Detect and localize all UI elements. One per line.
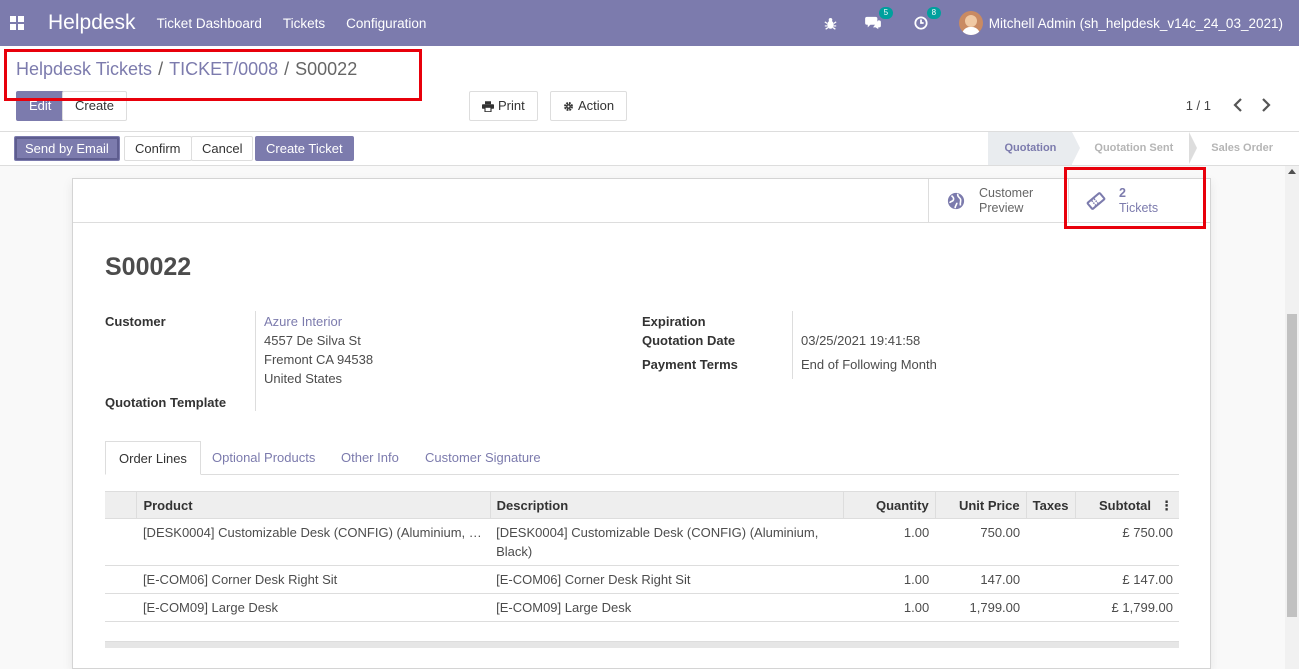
- subtotal-header-label: Subtotal: [1099, 497, 1151, 513]
- field-divider: [792, 311, 793, 379]
- highlight-tickets-box: [1064, 167, 1206, 229]
- table-footer: [105, 641, 1179, 648]
- cell-description[interactable]: [E-COM06] Corner Desk Right Sit: [490, 565, 844, 594]
- messages-icon[interactable]: 5: [863, 7, 893, 33]
- action-button[interactable]: Action: [550, 91, 628, 121]
- quotation-date-label: Quotation Date: [642, 333, 736, 348]
- tab-customer-signature[interactable]: Customer Signature: [412, 441, 554, 475]
- cancel-button[interactable]: Cancel: [191, 136, 254, 161]
- cell-subtotal: £ 147.00: [1075, 565, 1179, 594]
- tab-optional-products[interactable]: Optional Products: [199, 441, 328, 475]
- vertical-scrollbar[interactable]: [1285, 166, 1299, 669]
- cell-subtotal: £ 1,799.00: [1075, 593, 1179, 622]
- customer-city: Fremont CA 94538: [264, 352, 374, 367]
- gear-icon: [564, 101, 573, 111]
- cell-taxes[interactable]: [1026, 565, 1076, 594]
- smart-button-box: Customer Preview 2 Tickets: [73, 179, 1210, 223]
- create-ticket-button[interactable]: Create Ticket: [255, 136, 354, 161]
- table-header-row: Product Description Quantity Unit Price …: [105, 491, 1179, 519]
- customer-street: 4557 De Silva St: [264, 333, 361, 348]
- status-bar: Send by Email Confirm Cancel Create Tick…: [0, 132, 1299, 166]
- cell-product[interactable]: [E-COM09] Large Desk: [136, 593, 491, 622]
- stage-quotation[interactable]: Quotation: [988, 132, 1081, 165]
- pager-previous-icon[interactable]: [1233, 98, 1247, 112]
- field-divider: [255, 311, 256, 411]
- send-by-email-button[interactable]: Send by Email: [14, 136, 120, 161]
- payment-terms-value[interactable]: End of Following Month: [801, 357, 937, 372]
- row-handle: [105, 593, 137, 622]
- column-header-product[interactable]: Product: [136, 491, 491, 519]
- handle-column-header: [105, 491, 137, 519]
- stage-sales-order[interactable]: Sales Order: [1189, 132, 1289, 165]
- stage-quotation-sent[interactable]: Quotation Sent: [1072, 132, 1198, 165]
- form-sheet: Customer Preview 2 Tickets S00022 Custom…: [72, 178, 1211, 669]
- print-button[interactable]: Print: [469, 91, 538, 121]
- order-lines-table: Product Description Quantity Unit Price …: [105, 491, 1179, 622]
- user-menu[interactable]: Mitchell Admin (sh_helpdesk_v14c_24_03_2…: [989, 16, 1283, 31]
- cell-unit-price[interactable]: 147.00: [935, 565, 1027, 594]
- messages-count-badge: 5: [878, 7, 893, 19]
- activities-clock-icon[interactable]: 8: [911, 7, 941, 33]
- cell-subtotal: £ 750.00: [1075, 518, 1179, 566]
- scroll-thumb[interactable]: [1287, 314, 1297, 617]
- column-header-description[interactable]: Description: [489, 491, 844, 519]
- column-header-taxes[interactable]: Taxes: [1025, 491, 1076, 519]
- customer-link[interactable]: Azure Interior: [264, 314, 342, 329]
- apps-menu-icon[interactable]: [10, 16, 24, 30]
- top-navbar: Helpdesk Ticket Dashboard Tickets Config…: [0, 0, 1299, 46]
- globe-icon: [945, 190, 967, 212]
- customer-preview-label-1: Customer: [979, 186, 1034, 200]
- order-name: S00022: [105, 253, 192, 281]
- app-brand[interactable]: Helpdesk: [48, 11, 136, 35]
- column-header-quantity[interactable]: Quantity: [842, 491, 936, 519]
- tab-order-lines[interactable]: Order Lines: [105, 441, 201, 475]
- expiration-label: Expiration: [642, 314, 706, 329]
- pager-value[interactable]: 1 / 1: [1186, 98, 1211, 113]
- action-label: Action: [578, 98, 615, 113]
- menu-ticket-dashboard[interactable]: Ticket Dashboard: [157, 16, 262, 31]
- payment-terms-label: Payment Terms: [642, 357, 738, 372]
- table-row[interactable]: [DESK0004] Customizable Desk (CONFIG) (A…: [105, 518, 1179, 566]
- customer-label: Customer: [105, 314, 166, 329]
- highlight-breadcrumb-box: [4, 49, 422, 101]
- print-icon: [482, 100, 494, 112]
- menu-tickets[interactable]: Tickets: [283, 16, 325, 31]
- quotation-date-value[interactable]: 03/25/2021 19:41:58: [801, 333, 920, 348]
- cell-description[interactable]: [DESK0004] Customizable Desk (CONFIG) (A…: [490, 518, 844, 566]
- row-handle: [105, 565, 137, 594]
- column-header-subtotal[interactable]: Subtotal ⋮: [1074, 491, 1179, 519]
- debug-bug-icon[interactable]: [821, 13, 841, 33]
- pager-next-icon[interactable]: [1261, 98, 1275, 112]
- tab-other-info[interactable]: Other Info: [328, 441, 412, 475]
- column-header-unit-price[interactable]: Unit Price: [934, 491, 1027, 519]
- scroll-up-icon[interactable]: [1288, 169, 1296, 174]
- confirm-button[interactable]: Confirm: [124, 136, 192, 161]
- table-row[interactable]: [E-COM06] Corner Desk Right Sit [E-COM06…: [105, 565, 1179, 594]
- cell-taxes[interactable]: [1026, 518, 1076, 566]
- print-label: Print: [498, 98, 525, 113]
- table-row[interactable]: [E-COM09] Large Desk [E-COM09] Large Des…: [105, 593, 1179, 622]
- cell-unit-price[interactable]: 1,799.00: [935, 593, 1027, 622]
- cell-product[interactable]: [DESK0004] Customizable Desk (CONFIG) (A…: [136, 518, 491, 566]
- cell-unit-price[interactable]: 750.00: [935, 518, 1027, 566]
- user-avatar[interactable]: [958, 11, 983, 35]
- notebook-tabs: Order Lines Optional Products Other Info…: [105, 441, 1179, 475]
- customer-country: United States: [264, 371, 343, 386]
- cell-quantity[interactable]: 1.00: [843, 593, 936, 622]
- menu-configuration[interactable]: Configuration: [346, 16, 426, 31]
- row-handle: [105, 518, 137, 566]
- customer-preview-label-2: Preview: [979, 201, 1024, 215]
- cell-quantity[interactable]: 1.00: [843, 518, 936, 566]
- cell-description[interactable]: [E-COM09] Large Desk: [490, 593, 844, 622]
- optional-columns-icon[interactable]: ⋮: [1160, 498, 1173, 514]
- quotation-template-label: Quotation Template: [105, 395, 227, 410]
- customer-preview-button[interactable]: Customer Preview: [928, 179, 1066, 223]
- cell-product[interactable]: [E-COM06] Corner Desk Right Sit: [136, 565, 491, 594]
- activities-count-badge: 8: [926, 7, 941, 19]
- stage-pipeline: Quotation Quotation Sent Sales Order: [988, 132, 1289, 165]
- cell-taxes[interactable]: [1026, 593, 1076, 622]
- cell-quantity[interactable]: 1.00: [843, 565, 936, 594]
